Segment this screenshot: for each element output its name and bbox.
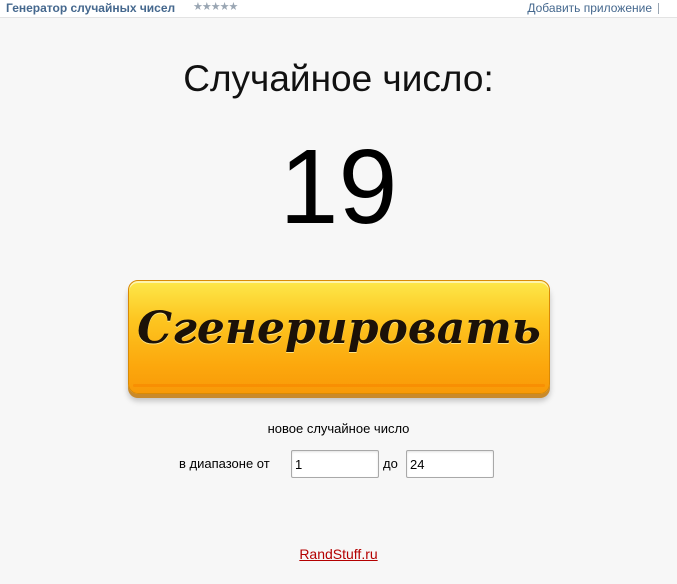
range-from-input[interactable] xyxy=(291,450,379,478)
range-row: в диапазоне от до xyxy=(179,449,509,479)
caption-text: новое случайное число xyxy=(267,421,410,436)
topbar-divider xyxy=(658,3,659,14)
generate-button-bottom-edge xyxy=(133,384,545,387)
page-title: Случайное число: xyxy=(183,58,494,99)
random-number-display: 19 xyxy=(279,128,398,246)
generate-button[interactable]: Сгенерировать xyxy=(128,280,550,394)
rating-stars-icon: ★★★★★ xyxy=(193,1,238,13)
range-to-input[interactable] xyxy=(406,450,494,478)
generate-button-label: Сгенерировать xyxy=(137,303,541,354)
add-app-link[interactable]: Добавить приложение xyxy=(527,1,652,15)
top-bar: Генератор случайных чисел ★★★★★ Добавить… xyxy=(0,0,677,18)
randstuff-link[interactable]: RandStuff.ru xyxy=(299,546,377,562)
app-title[interactable]: Генератор случайных чисел xyxy=(6,1,175,15)
footer: RandStuff.ru xyxy=(0,546,677,562)
range-from-label: в диапазоне от xyxy=(179,456,270,471)
range-to-label: до xyxy=(383,456,398,471)
